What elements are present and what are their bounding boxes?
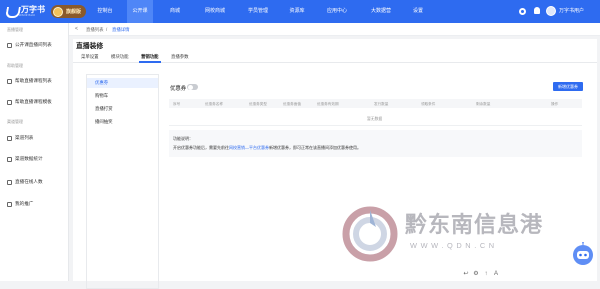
column-header: 优惠券面值 [283,101,301,106]
column-header: 优惠券名称 [205,101,223,106]
help-icon[interactable] [519,8,526,15]
monitor-icon [7,42,12,48]
nav-open-class[interactable]: 公开课 [127,0,153,23]
column-header: 操作 [551,101,559,106]
sidebar-item-label: 我的推广 [15,201,34,206]
sidebar-item-label: 公开课直播间列表 [15,42,52,47]
logo-mark-icon [5,6,19,17]
column-header: 序号 [173,101,181,106]
watermark: 黔东南信息港 WWW.QDN.CN [342,196,592,266]
menu-item-reward[interactable]: 直播打赏 [87,104,158,114]
notice-prefix: 开启优惠券功能后，需要先前往 [173,145,229,150]
sidebar-item-label: 帮助直播课程模板 [15,99,52,104]
sidebar-group-help: 帮助管理 [7,63,23,68]
undo-icon[interactable]: ↩ [462,270,470,278]
breadcrumb: < 直播列表 / 直播详情 [69,23,600,36]
avatar[interactable] [546,6,556,16]
list-icon [7,78,12,84]
logo-text: 万字书 [21,5,45,14]
back-icon[interactable]: < [75,26,78,32]
app-logo[interactable]: 万字书 WANZISHU [5,4,45,19]
sidebar-item-label: 帮助直播课程列表 [15,78,52,83]
nav-app-center[interactable]: 应用中心 [320,0,354,23]
nav-settings[interactable]: 设置 [406,0,430,23]
page-title: 直播装修 [76,43,104,50]
notice-title: 功能说明： [173,136,193,141]
watermark-text: 黔东南信息港 [405,212,544,238]
tab-marketing-functions[interactable]: 营销功能 [141,54,159,60]
font-icon[interactable]: A [492,270,500,278]
coupon-section-title: 优惠券 [170,86,187,92]
sidebar-item-online-count[interactable]: 直播在线人数 [7,179,43,185]
breadcrumb-live-detail: 直播详情 [112,26,130,32]
menu-item-cart[interactable]: 购物车 [87,91,158,101]
breadcrumb-separator: / [106,26,108,32]
chart-icon [7,156,12,162]
column-header: 优惠券有效期 [317,101,339,106]
watermark-logo-icon [342,206,398,262]
promotion-icon [7,201,12,207]
logo-subtext: WANZISHU [19,14,36,17]
sidebar-item-label: 渠道列表 [15,135,34,140]
column-header: 发行数量 [374,101,389,106]
breadcrumb-live-list[interactable]: 直播列表 [86,27,104,33]
gear-icon[interactable]: ⚙ [472,270,480,278]
sidebar-item-my-promotion[interactable]: 我的推广 [7,201,33,207]
nav-dashboard[interactable]: 控制台 [90,0,120,23]
menu-item-coupon[interactable]: 优惠券 [87,78,158,88]
tab-live-params[interactable]: 直播参数 [171,54,189,60]
add-coupon-button[interactable]: 新增优惠券 [553,82,583,91]
medal-icon [53,6,63,17]
tab-menu-settings[interactable]: 菜单设置 [81,54,99,60]
nav-resources[interactable]: 资源库 [284,0,310,23]
bottom-toolbar: ↩ ⚙ ↑ A [462,270,502,280]
sidebar-item-help-course-template[interactable]: 帮助直播课程模板 [7,99,52,105]
watermark-url: WWW.QDN.CN [410,241,498,250]
sidebar-item-channel-stats[interactable]: 渠道数据统计 [7,156,43,162]
assistant-robot-icon[interactable] [572,242,594,266]
nav-mall[interactable]: 商城 [163,0,187,23]
nav-school-mall[interactable]: 网校商城 [198,0,232,23]
active-tab-indicator [139,61,161,63]
sidebar: 直播管理 公开课直播间列表 帮助管理 帮助直播课程列表 帮助直播课程模板 渠道管… [0,23,69,281]
template-icon [7,99,12,105]
sidebar-item-channel-list[interactable]: 渠道列表 [7,135,33,141]
function-notice: 功能说明： 开启优惠券功能后，需要先前往网校营销—平台优惠券新增优惠券，即可正常… [169,130,582,157]
column-header: 剩余数量 [476,101,491,106]
sidebar-group-channel: 渠道管理 [7,119,23,124]
tab-module-functions[interactable]: 模块功能 [111,54,129,60]
sidebar-item-live-room-list[interactable]: 公开课直播间列表 [7,42,52,48]
edition-badge: 旗舰版 [51,5,86,18]
edition-label: 旗舰版 [66,9,82,15]
menu-item-lottery[interactable]: 播间抽奖 [87,117,158,127]
bell-icon[interactable] [534,7,540,14]
arrow-up-icon[interactable]: ↑ [482,270,490,278]
column-header: 优惠券类型 [249,101,267,106]
sidebar-group-live: 直播管理 [7,27,23,32]
tab-bar: 菜单设置 模块功能 营销功能 直播参数 [73,50,597,63]
sidebar-item-help-course-list[interactable]: 帮助直播课程列表 [7,78,52,84]
nav-big-data[interactable]: 大数据营 [364,0,398,23]
user-name[interactable]: 万字书用户 [559,0,584,23]
sidebar-item-label: 直播在线人数 [15,179,43,184]
notice-text: 开启优惠券功能后，需要先前往网校营销—平台优惠券新增优惠券，即可正常在该直播间添… [173,145,361,151]
marketing-menu: 优惠券 购物车 直播打赏 播间抽奖 [86,74,159,289]
coupon-toggle[interactable] [187,84,198,90]
coupon-table-empty: 暂无数据 [169,108,582,126]
notice-suffix: 新增优惠券，即可正常在该直播间添加优惠券使用。 [269,145,361,150]
column-header: 领取条件 [421,101,436,106]
coupon-table-header: 序号 优惠券名称 优惠券类型 优惠券面值 优惠券有效期 发行数量 领取条件 剩余… [169,99,582,108]
coupon-settings-link[interactable]: 网校营销—平台优惠券 [229,145,269,150]
nav-student-management[interactable]: 学员管理 [241,0,275,23]
users-icon [7,179,12,185]
channel-icon [7,135,12,141]
top-navbar: 万字书 WANZISHU 旗舰版 控制台 公开课 商城 网校商城 学员管理 资源… [0,0,600,23]
empty-text: 暂无数据 [367,117,383,121]
sidebar-item-label: 渠道数据统计 [15,156,43,161]
